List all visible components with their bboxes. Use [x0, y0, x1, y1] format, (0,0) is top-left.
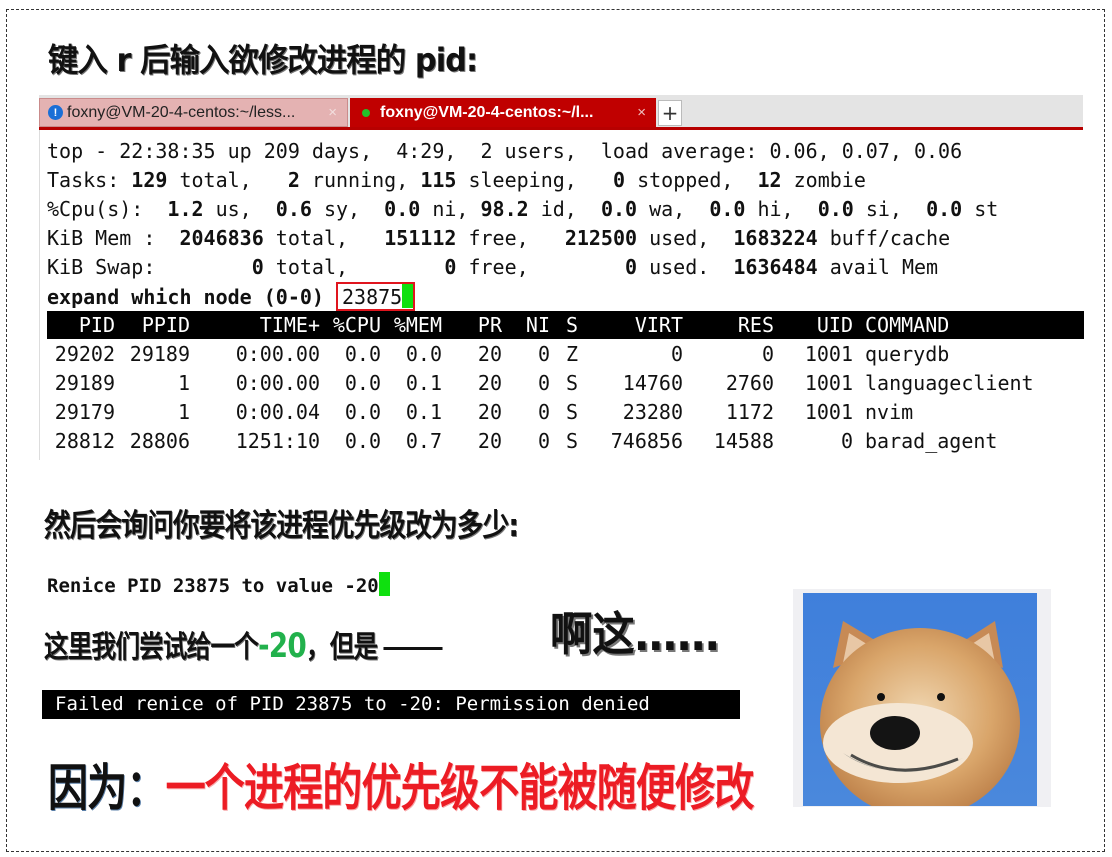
cell-s: S: [566, 429, 579, 453]
terminal-tab-active[interactable]: foxny@VM-20-4-centos:~/l... ×: [350, 98, 656, 127]
process-row[interactable]: 29189 1 0:00.00 0.0 0.1 20 0 S 14760 2760 1001 lang…: [47, 369, 1084, 398]
cell-time: 0:00.00: [235, 342, 320, 366]
highlight-value: -20: [258, 626, 307, 666]
cell-pid: 29202: [54, 342, 115, 366]
cell-s: S: [566, 400, 579, 424]
column-header-pid: PID: [78, 313, 115, 337]
cell-pr: 20: [477, 429, 502, 453]
cell-ppid: 28806: [129, 429, 190, 453]
swap-line: KiB Swap: 0 total, 0 free, 0 used. 16364…: [47, 255, 939, 279]
column-header-ppid: PPID: [141, 313, 190, 337]
cell-res: 14588: [713, 429, 774, 453]
cell-mem: 0.7: [405, 429, 442, 453]
expand-prompt-line: expand which node (0-0) 23875: [47, 282, 416, 312]
cell-command: languageclient: [865, 371, 1034, 395]
step3-heading: 这里我们尝试给一个-20，但是: [44, 622, 443, 666]
terminal-tab-inactive[interactable]: ! foxny@VM-20-4-centos:~/less... ×: [39, 98, 348, 127]
cell-command: nvim: [865, 400, 914, 424]
cell-ppid: 1: [177, 400, 190, 424]
error-message: Failed renice of PID 23875 to -20: Permi…: [42, 690, 740, 719]
cell-ni: 0: [537, 342, 550, 366]
cursor: [378, 572, 390, 596]
shiba-dog-icon: [820, 621, 1020, 806]
uptime-line: top - 22:38:35 up 209 days, 4:29, 2 user…: [47, 139, 963, 163]
close-icon[interactable]: ×: [328, 104, 337, 121]
cell-virt: 14760: [622, 371, 683, 395]
cell-command: barad_agent: [865, 429, 998, 453]
column-header-pr: PR: [477, 313, 502, 337]
new-tab-button[interactable]: +: [658, 100, 682, 126]
cell-pid: 28812: [54, 429, 115, 453]
step2-heading: 然后会询问你要将该进程优先级改为多少:: [44, 508, 519, 544]
cell-virt: 0: [670, 342, 683, 366]
shiba-meme-image: [793, 589, 1051, 807]
mem-line: KiB Mem : 2046836 total, 151112 free, 21…: [47, 226, 951, 250]
cell-command: querydb: [865, 342, 950, 366]
cell-uid: 1001: [804, 371, 853, 395]
cell-cpu: 0.0: [344, 400, 381, 424]
column-header-command: COMMAND: [865, 313, 950, 337]
cell-pr: 20: [477, 371, 502, 395]
process-row[interactable]: 28812 28806 1251:10 0.0 0.7 20 0 S 746856 14588 0 b…: [47, 427, 1084, 456]
cell-s: S: [566, 371, 579, 395]
cell-ni: 0: [537, 400, 550, 424]
cell-pid: 29179: [54, 400, 115, 424]
column-header-cpu: %CPU: [332, 313, 381, 337]
cell-cpu: 0.0: [344, 371, 381, 395]
expand-prompt-label: expand which node (0-0): [47, 285, 324, 309]
cell-pid: 29189: [54, 371, 115, 395]
cell-uid: 1001: [804, 400, 853, 424]
close-icon[interactable]: ×: [637, 104, 646, 121]
tab-title: foxny@VM-20-4-centos:~/less...: [67, 103, 296, 121]
renice-prompt: Renice PID 23875 to value -20: [47, 572, 390, 599]
cell-mem: 0.0: [405, 342, 442, 366]
cell-ni: 0: [537, 371, 550, 395]
cpu-line: %Cpu(s): 1.2 us, 0.6 sy, 0.0 ni, 98.2 id…: [47, 197, 999, 221]
em-dash: [383, 647, 443, 650]
info-icon: !: [48, 105, 63, 120]
green-dot-icon: [362, 108, 370, 117]
step1-heading: 键入 r 后输入欲修改进程的 pid:: [48, 41, 478, 79]
cell-cpu: 0.0: [344, 342, 381, 366]
cell-ni: 0: [537, 429, 550, 453]
process-table-header: PID PPID TIME+ %CPU %MEM PR NI S VIRT RES UID COMMA…: [47, 311, 1084, 339]
column-header-virt: VIRT: [634, 313, 683, 337]
column-header-uid: UID: [816, 313, 853, 337]
column-header-ni: NI: [525, 313, 550, 337]
cell-uid: 1001: [804, 342, 853, 366]
cell-time: 1251:10: [235, 429, 320, 453]
cursor: [402, 284, 414, 308]
cell-res: 0: [761, 342, 774, 366]
tasks-line: Tasks: 129 total, 2 running, 115 sleepin…: [47, 168, 866, 192]
tab-title: foxny@VM-20-4-centos:~/l...: [380, 103, 594, 121]
reaction-text: 啊这……: [550, 607, 720, 661]
process-row[interactable]: 29202 29189 0:00.00 0.0 0.0 20 0 Z 0 0 1001 querydb: [47, 340, 1084, 369]
column-header-mem: %MEM: [393, 313, 442, 337]
cell-mem: 0.1: [405, 400, 442, 424]
cell-uid: 0: [840, 429, 853, 453]
process-row[interactable]: 29179 1 0:00.04 0.0 0.1 20 0 S 23280 1172 1001 nvim: [47, 398, 1084, 427]
cell-res: 2760: [725, 371, 774, 395]
terminal-tab-bar: ! foxny@VM-20-4-centos:~/less... × foxny…: [39, 95, 1083, 130]
column-header-time: TIME+: [259, 313, 320, 337]
pid-input-highlight[interactable]: 23875: [336, 282, 416, 311]
cell-res: 1172: [725, 400, 774, 424]
cell-virt: 23280: [622, 400, 683, 424]
cell-virt: 746856: [610, 429, 683, 453]
cell-pr: 20: [477, 400, 502, 424]
column-header-s: S: [566, 313, 579, 337]
cell-cpu: 0.0: [344, 429, 381, 453]
cell-mem: 0.1: [405, 371, 442, 395]
cell-ppid: 29189: [129, 342, 190, 366]
cell-s: Z: [566, 342, 579, 366]
conclusion-heading: 因为：一个进程的优先级不能被随便修改: [48, 759, 754, 817]
terminal-output: top - 22:38:35 up 209 days, 4:29, 2 user…: [39, 130, 1084, 460]
cell-time: 0:00.04: [235, 400, 320, 424]
cell-time: 0:00.00: [235, 371, 320, 395]
cell-ppid: 1: [177, 371, 190, 395]
cell-pr: 20: [477, 342, 502, 366]
column-header-res: RES: [737, 313, 774, 337]
